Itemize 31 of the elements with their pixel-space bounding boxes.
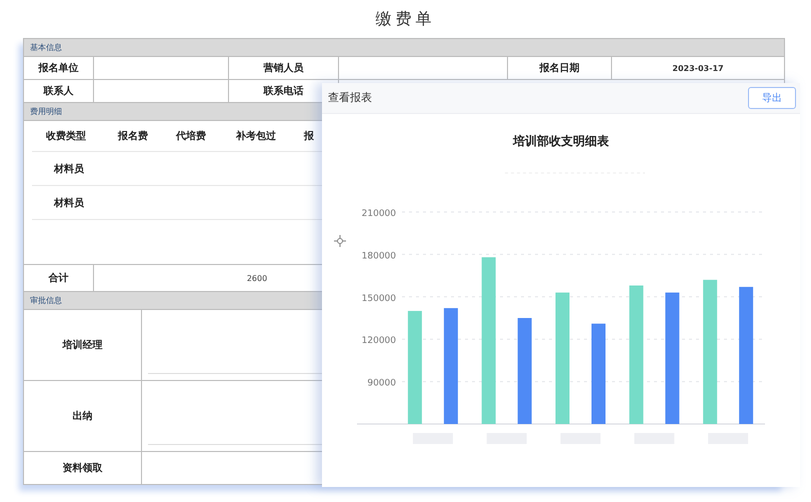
axis-tick-label: 150000 xyxy=(362,294,396,304)
table-cell-text: 材料员 xyxy=(54,162,84,176)
chart-title: 培训部收支明细表 xyxy=(513,133,609,150)
field-label: 培训经理 xyxy=(62,338,102,352)
column-header: 补考包过 xyxy=(236,129,277,143)
field-label: 资料领取 xyxy=(62,462,102,475)
section-title: 基本信息 xyxy=(30,42,62,53)
column-header: 收费类型 xyxy=(46,130,87,143)
crosshair-icon xyxy=(334,234,346,248)
axis-tick-label: 120000 xyxy=(362,336,396,346)
section-title: 审批信息 xyxy=(30,295,62,306)
column-header: 报名费 xyxy=(118,130,149,143)
total-label: 合计 xyxy=(48,272,68,285)
axis-tick-label: 180000 xyxy=(362,251,396,262)
export-button[interactable]: 导出 xyxy=(748,86,796,109)
field-label: 报名日期 xyxy=(540,62,580,75)
axis-tick-label: 210000 xyxy=(362,208,396,219)
field-label: 联系人 xyxy=(44,84,74,98)
column-header: 代培费 xyxy=(176,129,207,143)
form-title: 缴费单 xyxy=(376,8,436,30)
field-label: 报名单位 xyxy=(38,62,78,75)
field-label: 联系电话 xyxy=(264,84,304,98)
panel-title: 查看报表 xyxy=(328,90,372,106)
total-value: 2600 xyxy=(246,274,268,282)
field-label: 出纳 xyxy=(72,410,92,423)
field-label: 营销人员 xyxy=(264,62,304,75)
axis-tick-label: 90000 xyxy=(367,378,396,388)
table-cell-text: 材料员 xyxy=(54,196,84,210)
section-title: 费用明细 xyxy=(30,106,62,117)
field-value: 2023-03-17 xyxy=(672,64,724,72)
column-header: 报 xyxy=(304,130,315,143)
